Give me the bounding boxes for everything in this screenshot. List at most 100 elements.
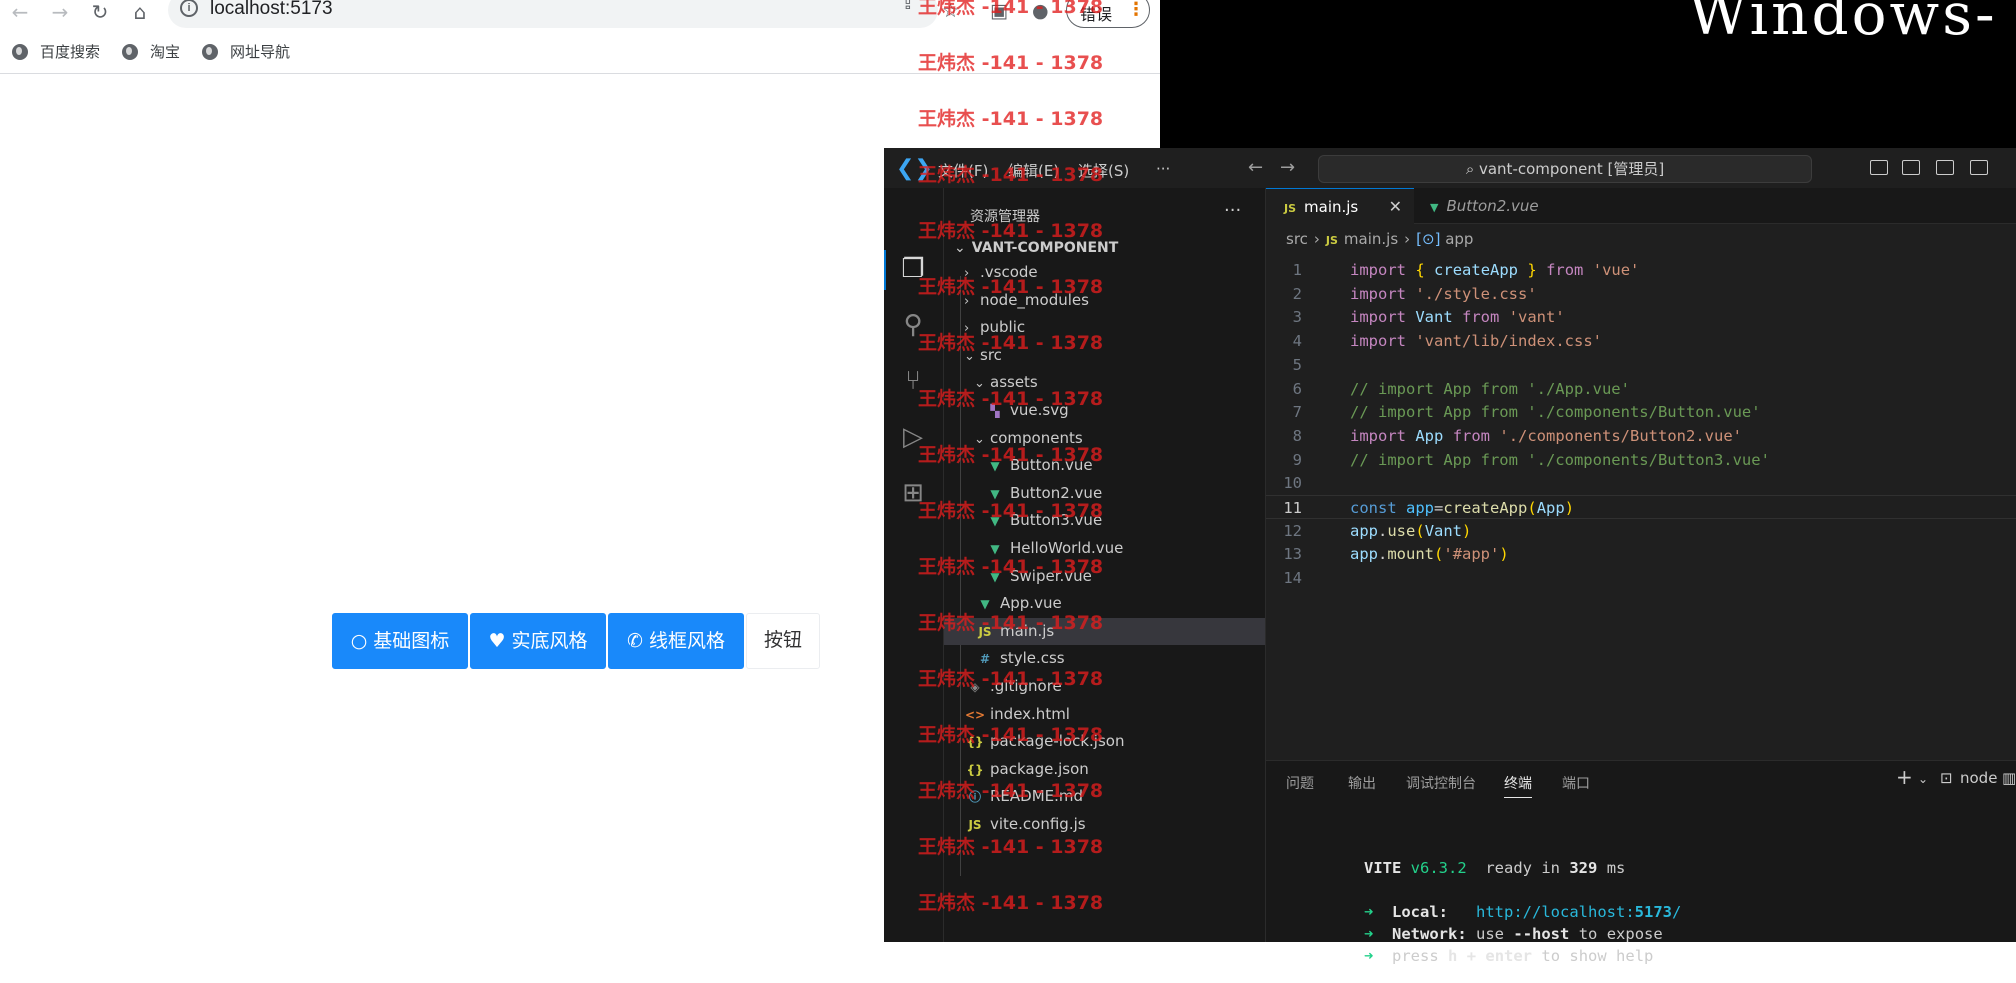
toggle-sidebar-icon[interactable] xyxy=(1870,160,1888,175)
home-icon[interactable]: ⌂ xyxy=(126,0,154,24)
code-text: import 'vant/lib/index.css' xyxy=(1350,332,1602,351)
toggle-panel-icon[interactable] xyxy=(1902,160,1920,175)
customize-layout-icon[interactable] xyxy=(1970,160,1988,175)
new-terminal-icon[interactable]: + xyxy=(1896,765,1913,789)
watermark-text: 王炜杰 -141 - 1378 xyxy=(918,444,1104,466)
terminal-help-line: ➜ press h + enter to show help xyxy=(1364,947,1654,965)
line-number: 7 xyxy=(1292,403,1302,422)
code-line[interactable]: 1 import { createApp } from 'vue' xyxy=(1266,258,2016,282)
phone-outline-icon: ✆ xyxy=(627,630,643,652)
watermark-text: 王炜杰 -141 - 1378 xyxy=(918,388,1104,410)
breadcrumb-item[interactable]: app xyxy=(1445,230,1473,248)
close-icon[interactable]: ✕ xyxy=(1389,189,1402,225)
code-line[interactable]: 3 import Vant from 'vant' xyxy=(1266,305,2016,329)
split-terminal-icon[interactable]: ▥ xyxy=(2002,769,2016,787)
share-icon[interactable]: ⇪ xyxy=(900,0,916,14)
button-label: 线框风格 xyxy=(648,631,725,652)
menu-more[interactable]: ··· xyxy=(1156,160,1170,178)
js-file-icon: JS xyxy=(1284,202,1297,215)
bookmark-label: 百度搜索 xyxy=(40,44,101,61)
basic-icon-button[interactable]: ○ 基础图标 xyxy=(332,613,468,669)
reload-icon[interactable]: ↻ xyxy=(86,0,114,24)
line-number: 6 xyxy=(1292,379,1302,398)
watermark-text: 王炜杰 -141 - 1378 xyxy=(918,500,1104,522)
line-number: 1 xyxy=(1292,261,1302,279)
watermark-text: 王炜杰 -141 - 1378 xyxy=(918,892,1104,914)
watermark-text: 王炜杰 -141 - 1378 xyxy=(918,0,1104,18)
breadcrumb-item[interactable]: src xyxy=(1286,230,1308,248)
watermark-text: 王炜杰 -141 - 1378 xyxy=(918,220,1104,242)
code-line[interactable]: 8 import App from './components/Button2.v… xyxy=(1266,424,2016,448)
line-number: 2 xyxy=(1292,284,1302,303)
solid-style-button[interactable]: ♥ 实底风格 xyxy=(470,613,606,669)
line-number: 12 xyxy=(1283,521,1302,540)
site-info-icon[interactable]: i xyxy=(180,0,198,17)
vscode-window: ❮❯ 文件(F) 编辑(E) 选择(S) ··· ← → ⌕ vant-comp… xyxy=(884,148,2016,965)
bottom-panel: 问题 输出 调试控制台 终端 端口 + ⌄ ⊡ node ▥ VITE v6.3… xyxy=(1266,760,2016,965)
symbol-icon: [⊙] xyxy=(1416,230,1446,248)
watermark-text: 王炜杰 -141 - 1378 xyxy=(918,332,1104,354)
nav-forward-icon[interactable]: → xyxy=(1280,157,1295,178)
tab-button2-vue[interactable]: ▼ Button2.vue xyxy=(1414,188,1574,224)
watermark-text: 王炜杰 -141 - 1378 xyxy=(918,276,1104,298)
code-text: const app=createApp(App) xyxy=(1350,499,1575,517)
bookmark-item[interactable]: 百度搜索 xyxy=(12,41,100,65)
watermark-text: 王炜杰 -141 - 1378 xyxy=(918,52,1104,74)
code-text: import { createApp } from 'vue' xyxy=(1350,261,1640,279)
line-number: 8 xyxy=(1292,426,1302,445)
line-number: 11 xyxy=(1283,499,1302,517)
bookmark-item[interactable]: 淘宝 xyxy=(122,41,180,65)
code-line[interactable]: 2 import './style.css' xyxy=(1266,282,2016,306)
code-line[interactable]: 11 const app=createApp(App) xyxy=(1266,495,2016,519)
tab-label: main.js xyxy=(1304,198,1359,216)
command-center[interactable]: ⌕ vant-component [管理员] xyxy=(1318,155,1812,183)
chevron-down-icon[interactable]: ⌄ xyxy=(1918,772,1928,786)
button-label: 实底风格 xyxy=(511,631,588,652)
command-center-label: vant-component [管理员] xyxy=(1478,160,1665,178)
panel-tab-ports[interactable]: 端口 xyxy=(1562,773,1590,793)
line-number: 13 xyxy=(1283,545,1302,564)
vite-name: VITE xyxy=(1364,859,1402,877)
watermark-text: 王炜杰 -141 - 1378 xyxy=(918,612,1104,634)
address-bar[interactable]: i localhost:5173 ⇪ xyxy=(168,0,938,28)
toggle-secondary-sidebar-icon[interactable] xyxy=(1936,160,1954,175)
watermark-text: 王炜杰 -141 - 1378 xyxy=(918,164,1104,186)
menu-dots-icon[interactable]: ⋮ xyxy=(1127,0,1145,20)
nav-back-icon[interactable]: ← xyxy=(1248,157,1263,178)
bookmark-item[interactable]: 网址导航 xyxy=(202,41,290,65)
button-label: 按钮 xyxy=(763,630,802,651)
terminal-icon: ⊡ xyxy=(1940,769,1953,787)
code-line[interactable]: 9 // import App from './components/Button… xyxy=(1266,448,2016,472)
code-line[interactable]: 12 app.use(Vant) xyxy=(1266,519,2016,543)
globe-icon xyxy=(122,44,138,60)
code-line[interactable]: 7 // import App from './components/Button… xyxy=(1266,400,2016,424)
breadcrumb-item[interactable]: main.js xyxy=(1344,230,1398,248)
code-line[interactable]: 4 import 'vant/lib/index.css' xyxy=(1266,329,2016,353)
panel-tab-problems[interactable]: 问题 xyxy=(1286,773,1314,793)
heart-fill-icon: ♥ xyxy=(488,630,506,652)
ready-unit: ms xyxy=(1606,859,1626,877)
code-line[interactable]: 10 xyxy=(1266,471,2016,495)
panel-tab-debug-console[interactable]: 调试控制台 xyxy=(1406,773,1476,793)
arrow-icon: ➜ xyxy=(1364,947,1374,965)
url-text[interactable]: localhost:5173 xyxy=(210,0,333,20)
code-line[interactable]: 14 xyxy=(1266,566,2016,590)
vue-file-icon: ▼ xyxy=(1430,201,1439,214)
watermark-text: 王炜杰 -141 - 1378 xyxy=(918,108,1104,130)
back-arrow-icon[interactable]: ← xyxy=(6,0,34,24)
code-line[interactable]: 5 xyxy=(1266,353,2016,377)
code-line[interactable]: 13 app.mount('#app') xyxy=(1266,542,2016,566)
watermark-text: 王炜杰 -141 - 1378 xyxy=(918,780,1104,802)
panel-tab-output[interactable]: 输出 xyxy=(1348,773,1376,793)
code-text: import './style.css' xyxy=(1350,284,1537,303)
code-text: // import App from './App.vue' xyxy=(1350,379,1630,398)
outline-style-button[interactable]: ✆ 线框风格 xyxy=(608,613,744,669)
tab-main-js[interactable]: JS main.js ✕ xyxy=(1266,188,1414,224)
sidebar-more-icon[interactable]: ··· xyxy=(1224,200,1241,221)
line-number: 5 xyxy=(1292,355,1302,374)
code-line[interactable]: 6 // import App from './App.vue' xyxy=(1266,377,2016,401)
forward-arrow-icon[interactable]: → xyxy=(46,0,74,24)
panel-tab-terminal[interactable]: 终端 xyxy=(1504,773,1532,798)
plain-button[interactable]: 按钮 xyxy=(746,613,820,669)
terminal-name[interactable]: node xyxy=(1960,769,1997,787)
